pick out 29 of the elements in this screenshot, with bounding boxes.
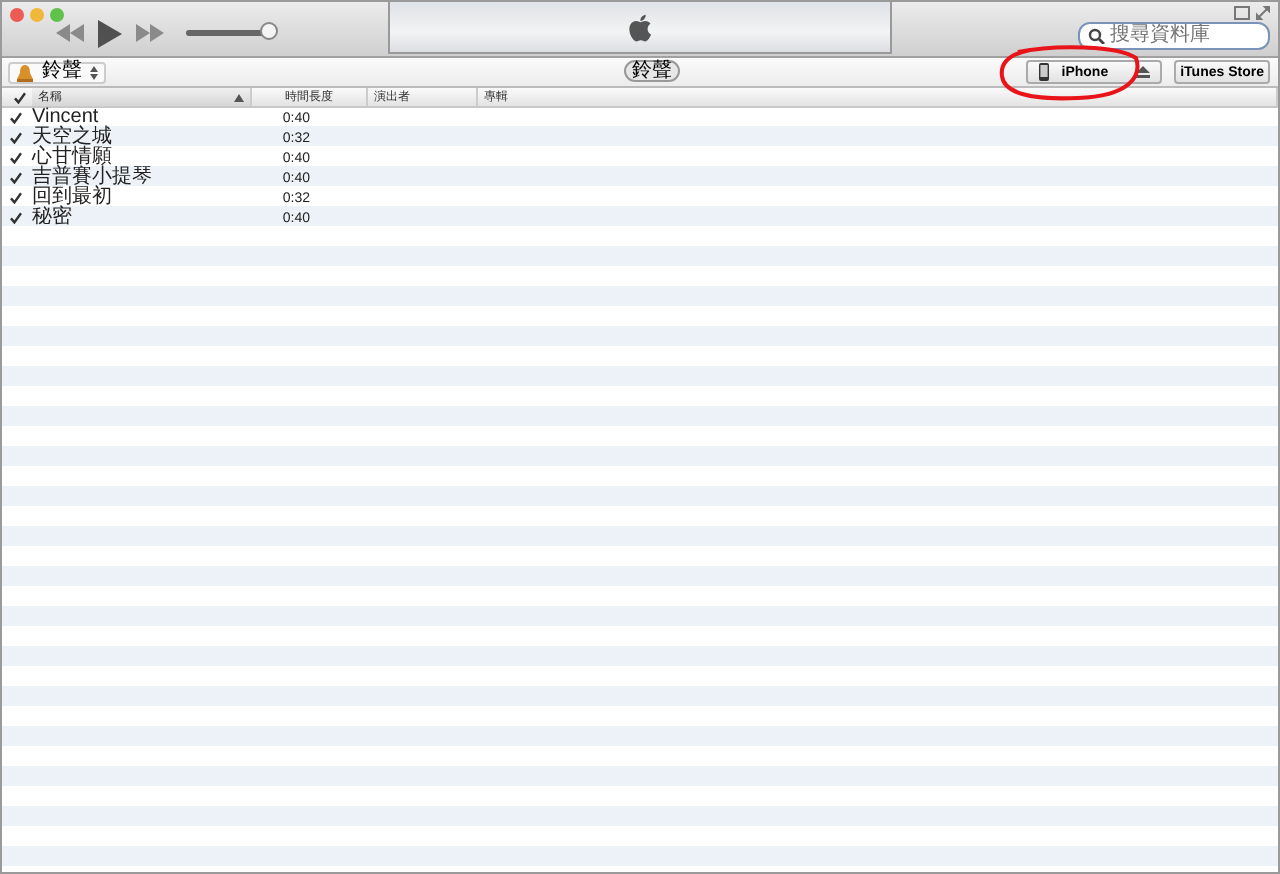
- table-cell-text: 回到最初: [32, 188, 114, 208]
- search-icon: [1088, 28, 1106, 44]
- fullscreen-icon[interactable]: [1256, 6, 1270, 20]
- checkmark-icon[interactable]: [10, 132, 22, 144]
- eject-icon: [1136, 66, 1151, 78]
- updown-caret-icon: [90, 65, 98, 79]
- checkmark-icon: [14, 91, 26, 103]
- close-button[interactable]: [10, 8, 24, 22]
- bell-icon: [16, 63, 34, 81]
- rewind-icon[interactable]: [56, 24, 84, 42]
- table-cell-text: 心甘情願: [32, 148, 112, 168]
- checkmark-icon[interactable]: [10, 152, 22, 164]
- checkmark-icon[interactable]: [10, 192, 22, 204]
- apple-logo-icon: [628, 13, 652, 41]
- phone-icon: [1037, 62, 1050, 82]
- checkmark-icon[interactable]: [10, 212, 22, 224]
- table-cell-text: 天空之城: [32, 128, 114, 148]
- library-dropdown[interactable]: 鈴聲: [8, 61, 106, 83]
- checkmark-icon[interactable]: [10, 172, 22, 184]
- table-cell-text: 秘密: [32, 208, 74, 228]
- table-cell-text: Vincent: [32, 108, 99, 128]
- play-icon[interactable]: [98, 19, 122, 47]
- table-cell-text: 吉普賽小提琴: [32, 168, 154, 188]
- sort-arrow-icon: [234, 93, 244, 101]
- miniplayer-icon[interactable]: [1234, 6, 1250, 20]
- library-label: 鈴聲: [42, 62, 82, 82]
- ringtones-tab[interactable]: 鈴聲: [624, 60, 680, 82]
- checkmark-icon[interactable]: [10, 112, 22, 124]
- fast-forward-icon[interactable]: [136, 24, 164, 42]
